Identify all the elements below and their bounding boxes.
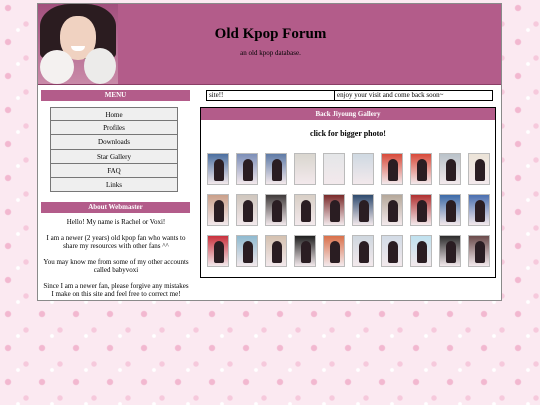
thumbnail-figure [301,200,311,222]
thumbnail-figure [417,241,427,263]
gallery-thumbnail[interactable] [439,194,461,226]
gallery-thumbnail[interactable] [352,235,374,267]
site-header: Old Kpop Forum an old kpop database. [38,4,501,85]
thumbnail-figure [243,241,253,263]
gallery-heading: Back Jiyoung Gallery [201,108,495,120]
gallery-thumbnail[interactable] [294,153,316,185]
thumbnail-figure [475,200,485,222]
thumbnail-figure [272,241,282,263]
menu-list: Home Profiles Downloads Star Gallery FAQ Link… [50,107,178,193]
about-paragraph: You may know me from some of my other ac… [43,257,189,275]
gallery-thumbnail[interactable] [352,194,374,226]
thumbnail-figure [272,200,282,222]
gallery-thumbnail[interactable] [323,194,345,226]
gallery-thumbnail[interactable] [236,194,258,226]
thumbnail-grid [207,153,493,276]
gallery-thumbnail[interactable] [439,153,461,185]
thumbnail-figure [475,241,485,263]
header-portrait [38,4,118,84]
gallery-thumbnail[interactable] [207,194,229,226]
menu-item-links[interactable]: Links [50,177,178,193]
thumbnail-figure [417,159,427,181]
gallery-thumbnail[interactable] [294,235,316,267]
gallery-thumbnail[interactable] [207,153,229,185]
gallery-thumbnail[interactable] [236,153,258,185]
thumbnail-figure [214,159,224,181]
thumbnail-figure [388,200,398,222]
thumbnail-figure [330,200,340,222]
gallery-thumbnail[interactable] [439,235,461,267]
menu-item-star-gallery[interactable]: Star Gallery [50,149,178,164]
thumbnail-figure [272,159,282,181]
gallery-thumbnail[interactable] [265,235,287,267]
thumbnail-figure [388,159,398,181]
thumbnail-figure [446,241,456,263]
thumbnail-figure [359,241,369,263]
thumbnail-row [207,153,493,187]
thumbnail-figure [475,159,485,181]
thumbnail-figure [243,159,253,181]
menu-item-downloads[interactable]: Downloads [50,135,178,150]
gallery-thumbnail[interactable] [381,153,403,185]
thumbnail-figure [446,159,456,181]
gallery-thumbnail[interactable] [410,235,432,267]
thumbnail-figure [359,200,369,222]
gallery-instruction: click for bigger photo! [310,129,386,138]
thumbnail-figure [243,200,253,222]
welcome-marquee-right: enjoy your visit and come back soon~ [334,90,493,101]
thumbnail-figure [214,200,224,222]
site-title: Old Kpop Forum [214,26,327,42]
thumbnail-row [207,235,493,269]
gallery-thumbnail[interactable] [207,235,229,267]
thumbnail-figure [330,241,340,263]
about-webmaster: Hello! My name is Rachel or Voxi! I am a … [42,218,190,306]
menu-heading: MENU [41,90,190,101]
gallery-thumbnail[interactable] [468,153,490,185]
gallery-thumbnail[interactable] [381,235,403,267]
gallery-thumbnail[interactable] [323,153,345,185]
thumbnail-figure [301,241,311,263]
thumbnail-row [207,194,493,228]
menu-item-profiles[interactable]: Profiles [50,121,178,136]
site-subtitle: an old kpop database. [240,49,301,57]
gallery-thumbnail[interactable] [468,235,490,267]
gallery-thumbnail[interactable] [410,153,432,185]
gallery-thumbnail[interactable] [294,194,316,226]
welcome-marquee-left: site!! [206,90,335,101]
menu-item-home[interactable]: Home [50,107,178,122]
gallery-thumbnail[interactable] [468,194,490,226]
gallery-thumbnail[interactable] [352,153,374,185]
gallery-thumbnail[interactable] [265,153,287,185]
thumbnail-figure [388,241,398,263]
about-heading: About Webmaster [41,202,190,213]
gallery-thumbnail[interactable] [236,235,258,267]
gallery-thumbnail[interactable] [265,194,287,226]
gallery-panel: Back Jiyoung Gallery click for bigger ph… [200,107,496,278]
thumbnail-figure [446,200,456,222]
thumbnail-figure [214,241,224,263]
about-paragraph: I am a newer (2 years) old kpop fan who … [46,233,186,251]
about-paragraph: Since I am a newer fan, please forgive a… [43,281,189,299]
gallery-thumbnail[interactable] [381,194,403,226]
menu-item-faq[interactable]: FAQ [50,163,178,178]
thumbnail-figure [417,200,427,222]
gallery-thumbnail[interactable] [410,194,432,226]
about-paragraph: Hello! My name is Rachel or Voxi! [66,218,166,226]
gallery-thumbnail[interactable] [323,235,345,267]
page-container: Old Kpop Forum an old kpop database. sit… [37,3,502,301]
